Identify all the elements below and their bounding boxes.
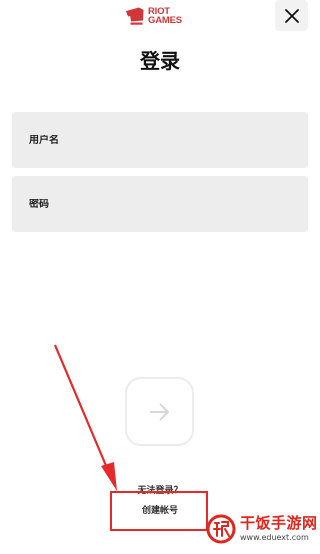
sign-in-button[interactable] (125, 377, 194, 446)
annotation-arrow-icon (53, 344, 117, 491)
username-field[interactable] (12, 112, 308, 168)
riot-fist-icon (126, 7, 144, 25)
watermark-logo-icon (206, 514, 236, 544)
watermark-url: www.eduext.com (240, 533, 309, 542)
logo-text-games: GAMES (148, 15, 182, 26)
watermark-title: 干饭手游网 (240, 514, 318, 532)
username-input[interactable] (29, 134, 308, 146)
close-icon (284, 8, 299, 23)
arrow-right-icon (149, 403, 169, 420)
watermark: 干饭手游网 www.eduext.com (206, 514, 318, 544)
cant-sign-in-link[interactable]: 无法登录？ (0, 483, 320, 496)
password-input[interactable] (29, 198, 308, 210)
page-title: 登录 (140, 49, 180, 73)
riot-games-logo: RIOT GAMES (125, 6, 182, 26)
close-button[interactable] (275, 0, 308, 31)
password-field[interactable] (12, 176, 308, 232)
